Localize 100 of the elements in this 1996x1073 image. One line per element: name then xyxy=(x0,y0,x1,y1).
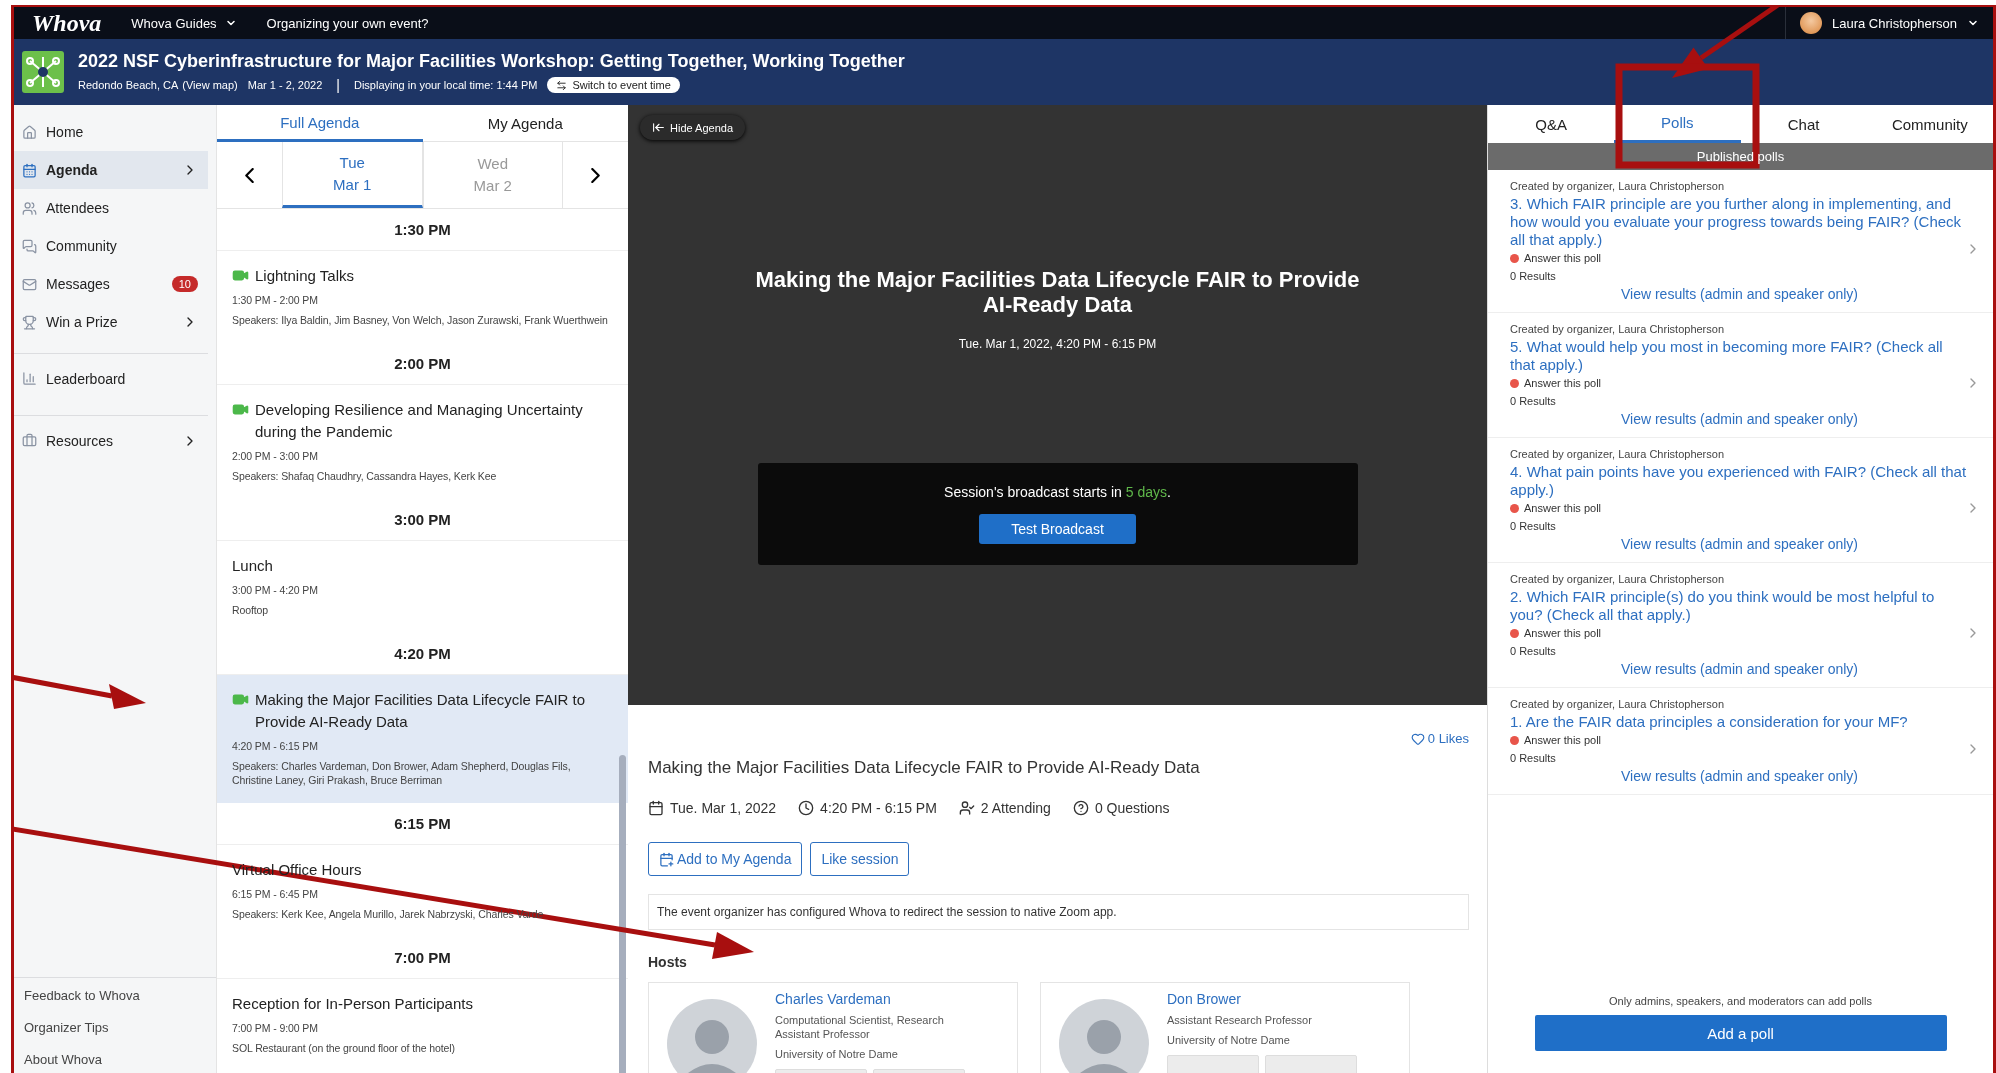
local-time: Displaying in your local time: 1:44 PM xyxy=(353,79,538,91)
host-name[interactable]: Charles Vardeman xyxy=(775,991,965,1007)
event-title: 2022 NSF Cyberinfrastructure for Major Facilities Workshop: Getting Together, Working Together xyxy=(78,51,905,72)
sidebar-item[interactable]: Community xyxy=(14,227,208,265)
day-tab[interactable]: Tue Mar 1 xyxy=(282,142,423,208)
add-poll-button[interactable]: Add a poll xyxy=(1534,1015,1947,1051)
session-title: Making the Major Facilities Data Lifecycle FAIR to Provide AI-Ready Data xyxy=(255,690,587,732)
session-meta: 2 Attending xyxy=(958,800,1051,816)
top-menu-link[interactable]: Whova Guides xyxy=(131,15,237,31)
host-action-button[interactable] xyxy=(1265,1055,1357,1073)
session-time: 6:15 PM - 6:45 PM xyxy=(232,887,319,901)
stage-title: Making the Major Facilities Data Lifecycle FAIR to Provide AI-Ready Data xyxy=(754,267,1361,317)
poll-item[interactable]: Created by organizer, Laura Christopherson 5. What would help you most in becoming more FAIR? (Check all that apply.) Answer this poll 0 Results View results (admin and speaker only) xyxy=(1488,313,1993,438)
mail-icon xyxy=(22,276,37,292)
host-action-button[interactable] xyxy=(1167,1055,1259,1073)
poll-question[interactable]: 1. Are the FAIR data principles a consideration for your MF? xyxy=(1510,713,1969,731)
poll-results: 0 Results xyxy=(1510,520,1557,532)
agenda-session[interactable] xyxy=(217,675,628,803)
polls-note: Only admins, speakers, and moderators can add polls xyxy=(1609,995,1872,1007)
host-name[interactable]: Don Brower xyxy=(1167,991,1357,1007)
clock-icon xyxy=(798,800,815,816)
sidebar-item[interactable]: Home xyxy=(14,113,208,151)
footer-link[interactable]: Feedback to Whova xyxy=(24,988,216,1003)
poll-item[interactable]: Created by organizer, Laura Christopherson 1. Are the FAIR data principles a consideration for your MF? Answer this poll 0 Results View results (admin and speaker only) xyxy=(1488,688,1993,795)
session-title: Making the Major Facilities Data Lifecycle FAIR to Provide AI-Ready Data xyxy=(648,758,1201,778)
session-title: Reception for In-Person Participants xyxy=(232,994,473,1014)
person-check-icon xyxy=(958,800,975,816)
sidebar-item[interactable]: Resources xyxy=(14,415,208,465)
panel-tab[interactable]: Q&A xyxy=(1488,105,1615,143)
likes-link[interactable]: 0 Likes xyxy=(1410,731,1469,746)
sidebar-item[interactable]: Leaderboard xyxy=(14,353,208,403)
poll-creator: Created by organizer, Laura Christopherson xyxy=(1510,698,1725,710)
host-role: Computational Scientist, Research Assistant Professor xyxy=(775,1013,945,1041)
session-meta: Tue. Mar 1, 2022 xyxy=(648,800,777,816)
host-role: Assistant Research Professor xyxy=(1167,1013,1313,1027)
view-results-link[interactable]: View results (admin and speaker only) xyxy=(1620,536,1859,552)
poll-creator: Created by organizer, Laura Christopherson xyxy=(1510,573,1725,585)
people-icon xyxy=(22,200,37,216)
whova-logo[interactable]: Whova xyxy=(32,9,102,37)
calendar-icon xyxy=(648,800,664,816)
bar-chart-icon xyxy=(22,371,37,386)
sidebar-item[interactable]: Agenda xyxy=(14,151,208,189)
scrollbar-thumb[interactable] xyxy=(619,755,626,1073)
event-logo xyxy=(22,51,64,93)
test-broadcast-button[interactable]: Test Broadcast xyxy=(979,514,1136,544)
view-map-link[interactable]: (View map) xyxy=(182,79,238,91)
poll-question[interactable]: 5. What would help you most in becoming more FAIR? (Check all that apply.) xyxy=(1510,338,1969,374)
status-dot xyxy=(1510,628,1519,638)
poll-question[interactable]: 3. Which FAIR principle are you further along in implementing, and how would you evaluate your progress towards being FAIR? (Check all that apply.) xyxy=(1510,195,1969,249)
footer-link[interactable]: Organizer Tips xyxy=(24,1020,216,1035)
poll-creator: Created by organizer, Laura Christopherson xyxy=(1510,180,1725,192)
host-organization: University of Notre Dame xyxy=(1167,1033,1291,1047)
event-location: Redondo Beach, CA xyxy=(78,79,179,91)
panel-tab[interactable]: Community xyxy=(1866,105,1993,143)
panel-tab[interactable]: Chat xyxy=(1740,105,1867,143)
briefcase-icon xyxy=(22,433,37,448)
poll-status: Answer this poll xyxy=(1524,734,1602,746)
session-time: 3:00 PM - 4:20 PM xyxy=(232,583,319,597)
session-title: Lightning Talks xyxy=(255,266,354,286)
session-title: Lunch xyxy=(232,556,273,576)
poll-status: Answer this poll xyxy=(1524,627,1602,639)
poll-status: Answer this poll xyxy=(1524,252,1602,264)
stage-datetime: Tue. Mar 1, 2022, 4:20 PM - 6:15 PM xyxy=(958,337,1157,351)
session-meta: 0 Questions xyxy=(1072,800,1170,816)
arrow-left-icon xyxy=(652,121,665,134)
poll-results: 0 Results xyxy=(1510,645,1557,657)
poll-results: 0 Results xyxy=(1510,395,1557,407)
view-results-link[interactable]: View results (admin and speaker only) xyxy=(1620,768,1859,784)
sidebar-item[interactable]: Attendees xyxy=(14,189,208,227)
session-meta: 4:20 PM - 6:15 PM xyxy=(798,800,937,816)
trophy-icon xyxy=(22,314,37,330)
poll-results: 0 Results xyxy=(1510,270,1557,282)
poll-question[interactable]: 4. What pain points have you experienced with FAIR? (Check all that apply.) xyxy=(1510,463,1969,499)
status-dot xyxy=(1510,378,1519,388)
top-menu-link[interactable]: Organizing your own event? xyxy=(266,15,429,31)
chat-icon xyxy=(22,238,37,254)
session-action-button[interactable]: Like session xyxy=(810,842,910,876)
session-details: Speakers: Ilya Baldin, Jim Basney, Von Welch, Jason Zurawski, Frank Wuerthwein xyxy=(232,313,609,327)
avatar xyxy=(1799,12,1822,34)
hide-agenda-button[interactable]: Hide Agenda xyxy=(640,115,745,140)
poll-status: Answer this poll xyxy=(1524,377,1602,389)
sidebar-item[interactable]: Messages 10 xyxy=(14,265,208,303)
switch-time-button[interactable]: Switch to event time xyxy=(547,77,680,93)
hosts-heading: Hosts xyxy=(648,954,687,970)
view-results-link[interactable]: View results (admin and speaker only) xyxy=(1620,286,1859,302)
view-results-link[interactable]: View results (admin and speaker only) xyxy=(1620,411,1859,427)
event-dates: Mar 1 - 2, 2022 xyxy=(247,79,323,91)
help-icon xyxy=(1072,800,1089,816)
heart-icon xyxy=(1410,731,1425,746)
host-organization: University of Notre Dame xyxy=(775,1047,899,1061)
separator: | xyxy=(336,77,340,93)
view-results-link[interactable]: View results (admin and speaker only) xyxy=(1620,661,1859,677)
sidebar-item[interactable]: Win a Prize xyxy=(14,303,208,341)
poll-question[interactable]: 2. Which FAIR principle(s) do you think would be most helpful to you? (Check all that apply.) xyxy=(1510,588,1969,624)
session-details: SOL Restaurant (on the ground floor of the hotel) xyxy=(232,1041,456,1055)
poll-item[interactable]: Created by organizer, Laura Christopherson 4. What pain points have you experienced with FAIR? (Check all that apply.) Answer this poll 0 Results View results (admin and speaker only) xyxy=(1488,438,1993,563)
footer-link[interactable]: About Whova xyxy=(24,1052,216,1067)
home-icon xyxy=(22,124,37,140)
session-action-button[interactable]: Add to My Agenda xyxy=(648,842,803,876)
session-title: Developing Resilience and Managing Uncertainty during the Pandemic xyxy=(255,400,584,442)
